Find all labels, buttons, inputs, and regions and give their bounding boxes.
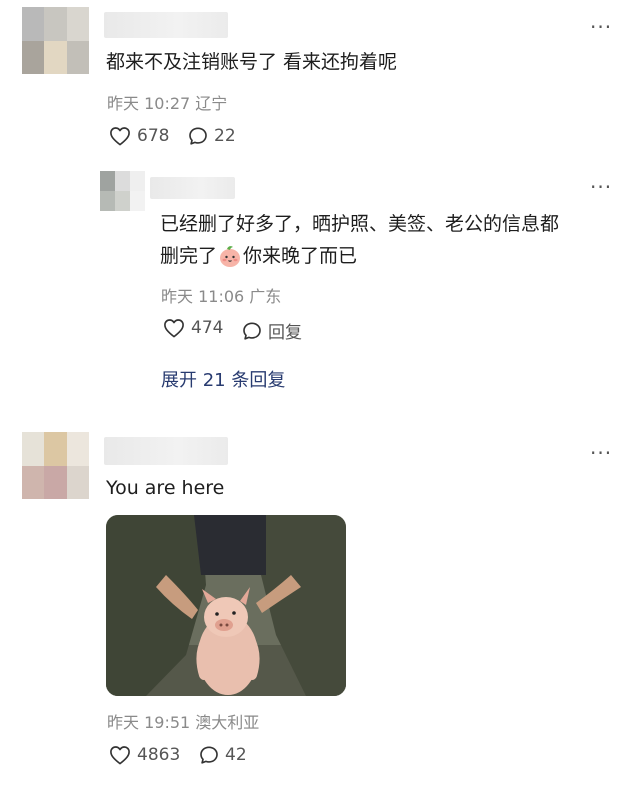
comment-meta: 昨天 10:27 辽宁 (107, 90, 227, 114)
expand-replies-link[interactable]: 展开 21 条回复 (161, 366, 285, 392)
reply-text-part: 你来晚了而已 (243, 245, 358, 267)
like-button[interactable]: 678 (109, 126, 169, 146)
comment-location: 辽宁 (195, 94, 228, 113)
comment-text: You are here (106, 477, 225, 499)
reply-meta: 昨天 11:06 广东 (161, 283, 281, 307)
more-options-icon[interactable]: ··· (590, 443, 612, 463)
more-options-icon[interactable]: ··· (590, 177, 612, 197)
like-count: 474 (191, 318, 224, 338)
reply-text-part: 删完了 (160, 245, 218, 267)
heart-outline-icon (164, 319, 184, 338)
comment-time: 昨天 10:27 (107, 94, 191, 113)
like-button[interactable]: 4863 (109, 745, 180, 765)
reply-text-line-1: 已经删了好多了，晒护照、美签、老公的信息都 (160, 213, 560, 235)
like-count: 4863 (137, 745, 181, 765)
reply-time: 昨天 11:06 (161, 287, 245, 306)
speech-bubble-icon (189, 127, 207, 145)
comment-meta: 昨天 19:51 澳大利亚 (107, 709, 259, 733)
peach-face-emoji (220, 246, 241, 267)
reply-button[interactable]: 回复 (242, 318, 302, 343)
more-options-icon[interactable]: ··· (590, 17, 612, 37)
reply-count-button[interactable]: 42 (199, 745, 247, 765)
comment-location: 澳大利亚 (195, 713, 260, 732)
reply-text-line-2: 删完了 你来晚了而已 (160, 240, 357, 272)
heart-outline-icon (110, 127, 130, 146)
like-button[interactable]: 474 (163, 318, 223, 338)
avatar[interactable] (100, 171, 145, 211)
comment-image[interactable] (106, 515, 346, 696)
username-blurred[interactable] (150, 177, 235, 199)
reply-count: 22 (214, 126, 236, 146)
username-blurred[interactable] (104, 12, 228, 38)
comment-text: 都来不及注销账号了 看来还拘着呢 (106, 51, 398, 73)
reply-count-button[interactable]: 22 (188, 126, 236, 146)
speech-bubble-icon (200, 746, 218, 764)
avatar[interactable] (22, 7, 89, 74)
heart-outline-icon (110, 746, 130, 765)
pig-photo (106, 515, 346, 696)
avatar[interactable] (22, 432, 89, 499)
comment-time: 昨天 19:51 (107, 713, 191, 732)
reply-location: 广东 (249, 287, 282, 306)
speech-bubble-icon (243, 321, 261, 340)
reply-label: 回复 (268, 323, 302, 343)
username-blurred[interactable] (104, 437, 228, 465)
reply-count: 42 (225, 745, 247, 765)
like-count: 678 (137, 126, 170, 146)
